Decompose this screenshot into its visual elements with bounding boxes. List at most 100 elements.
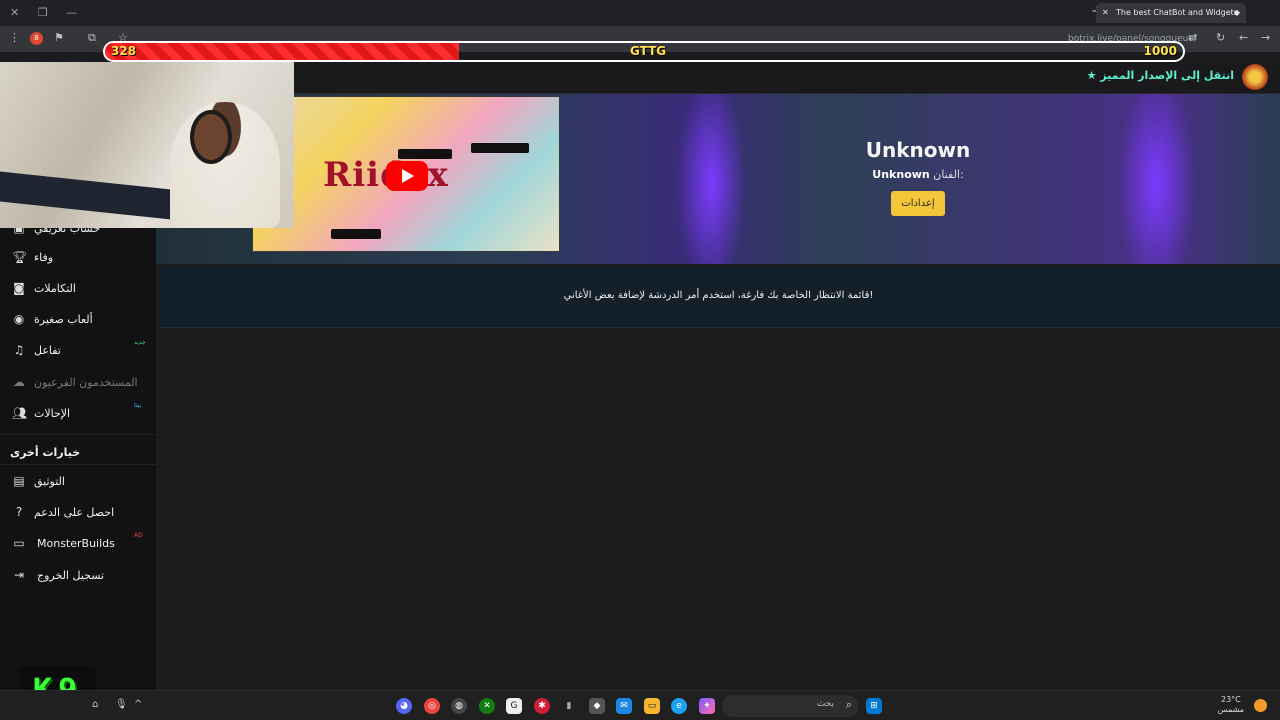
forward-icon[interactable]: → [1261, 31, 1270, 44]
sidebar-item-label: الإحالات [34, 407, 71, 420]
song-title: Unknown [865, 138, 971, 162]
progress-fill [105, 43, 459, 60]
docs-icon: ▤ [13, 474, 25, 488]
music-icon: ♫ [13, 343, 25, 357]
subusers-icon: ☁ [13, 375, 25, 389]
integrations-icon: ◙ [13, 281, 25, 295]
other-options-title: خيارات أخرى [10, 446, 81, 459]
sidebar-item-label: وفاء [34, 251, 54, 264]
sidebar-item-label: المستخدمون الفرعيون [34, 376, 138, 389]
users-icon: 👥︎ [12, 406, 28, 420]
app-icon[interactable]: ▮ [561, 698, 577, 714]
tray-chevron-icon[interactable]: ^ [134, 699, 142, 710]
help-icon: ? [15, 505, 23, 519]
extension-icon[interactable]: ⚑ [54, 31, 64, 44]
sidebar-divider [0, 464, 156, 465]
progress-label: GTTG [630, 44, 667, 58]
copilot-icon[interactable]: ✦ [699, 698, 715, 714]
window-close-icon[interactable]: ✕ [10, 6, 19, 19]
gamepad-icon: ◉ [13, 312, 25, 326]
screen: ✕ ❐ — + ✕ The best ChatBot and Widgets ◆… [0, 0, 1280, 720]
weather-widget[interactable]: 23°C مشمس [1218, 695, 1244, 715]
premium-link[interactable]: ★ انتقل إلى الإصدار المميز [1087, 69, 1234, 82]
banner-glow [676, 94, 746, 264]
tab-favicon-icon: ◆ [1233, 8, 1240, 17]
queue-empty-message: قائمة الانتظار الخاصة بك فارغة، استخدم أ… [563, 290, 874, 301]
sunglasses-icon [471, 143, 529, 153]
reload-icon[interactable]: ↻ [1216, 31, 1225, 44]
sun-icon [1254, 699, 1267, 712]
chrome-icon[interactable]: ◎ [424, 698, 440, 714]
search-icon: ⌕ [845, 698, 852, 711]
play-icon[interactable] [386, 161, 428, 191]
window-maximize-icon[interactable]: ❐ [38, 6, 48, 19]
start-windows-icon[interactable]: ⊞ [866, 698, 882, 714]
artist-name: Unknown [872, 168, 930, 181]
sidebar-item-label: التكاملات [34, 282, 76, 295]
sidebar-item-interaction[interactable]: ♫ تفاعل جديد [0, 338, 156, 366]
sidebar-item-loyalty[interactable]: 🏆︎ وفاء [0, 245, 156, 273]
app-icon[interactable]: ◆ [589, 698, 605, 714]
window-minimize-icon[interactable]: — [66, 6, 77, 19]
sidebar-divider [0, 434, 156, 435]
tab-close-icon[interactable]: ✕ [1102, 3, 1109, 23]
ad-badge: AD [134, 532, 143, 539]
beta-badge: بيتا [134, 402, 142, 409]
sidebar-item-monsterbuilds[interactable]: ▭ MonsterBuilds AD [0, 531, 156, 559]
weather-text: مشمس [1217, 705, 1244, 714]
discord-icon[interactable]: ◕ [396, 698, 412, 714]
main-content-area [156, 328, 1280, 690]
webcam-overlay [0, 62, 294, 228]
taskbar: ⌂ 🎙︎ ^ ◕ ◎ ◍ ✕ G ✱ ▮ ◆ ✉ ▭ e ✦ بحث ⌕ ⊞ 2… [0, 690, 1280, 720]
sidebar-item-integrations[interactable]: ◙ التكاملات [0, 276, 156, 304]
artist-line: Unknown الفنان: [836, 168, 1000, 181]
premium-link-label: انتقل إلى الإصدار المميز [1100, 69, 1234, 82]
artist-label: الفنان: [933, 168, 964, 181]
obs-icon[interactable]: ◍ [451, 698, 467, 714]
sidebar-item-minigames[interactable]: ◉ ألعاب صغيرة [0, 307, 156, 335]
banner-glow [1116, 94, 1196, 264]
overlay-progress-bar: 328 GTTG 1000 [103, 41, 1185, 62]
progress-max: 1000 [1143, 44, 1177, 58]
menu-dots-icon[interactable]: ⋮ [9, 31, 20, 44]
song-queue: قائمة الانتظار الخاصة بك فارغة، استخدم أ… [160, 266, 1280, 328]
sidebar-item-support[interactable]: ? احصل على الدعم [0, 500, 156, 528]
weather-temp: 23°C [1220, 695, 1241, 704]
edge-icon[interactable]: e [671, 698, 687, 714]
browser-tab[interactable]: ✕ The best ChatBot and Widgets ◆ [1096, 3, 1246, 23]
app-logo[interactable] [1242, 64, 1268, 90]
sidebar-item-docs[interactable]: ▤ التوثيق [0, 469, 156, 497]
progress-current: 328 [111, 44, 137, 58]
settings-button[interactable]: إعدادات [891, 191, 945, 216]
sidebar-item-logout[interactable]: ⇥ تسجيل الخروج [0, 563, 156, 591]
browser-tabbar: ✕ ❐ — + ✕ The best ChatBot and Widgets ◆ [0, 0, 1280, 26]
sidebar-item-subusers[interactable]: ☁ المستخدمون الفرعيون [0, 370, 156, 398]
sidebar-item-referrals[interactable]: 👥︎ الإحالات بيتا [0, 401, 156, 429]
widgets-icon[interactable]: ⌂ [92, 699, 98, 710]
mail-icon[interactable]: ✉ [616, 698, 632, 714]
tab-title: The best ChatBot and Widgets [1116, 8, 1238, 17]
g-hub-icon[interactable]: G [506, 698, 522, 714]
logout-icon: ⇥ [13, 568, 25, 582]
trophy-icon: 🏆︎ [12, 250, 28, 264]
headset-image [190, 110, 232, 164]
sunglasses-icon [398, 149, 452, 159]
video-thumbnail[interactable]: Riidex [252, 96, 560, 252]
xbox-icon[interactable]: ✕ [479, 698, 495, 714]
app-icon[interactable]: ✱ [534, 698, 550, 714]
new-badge: جديد [134, 339, 146, 346]
sidebar-item-label: MonsterBuilds [37, 537, 115, 550]
sidebar-item-label: ألعاب صغيرة [34, 313, 93, 326]
site-settings-icon[interactable]: ⇄ [1188, 31, 1197, 44]
sidebar-item-label: احصل على الدعم [34, 506, 115, 519]
file-explorer-icon[interactable]: ▭ [644, 698, 660, 714]
microphone-icon[interactable]: 🎙︎ [115, 699, 128, 710]
taskbar-search[interactable]: بحث ⌕ [722, 695, 858, 717]
back-icon[interactable]: ← [1239, 31, 1248, 44]
sidebar-item-label: التوثيق [34, 475, 65, 488]
extension-badge-icon[interactable]: 8 [30, 32, 43, 45]
sunglasses-icon [331, 229, 381, 239]
laptop-icon: ▭ [13, 536, 25, 550]
extensions-puzzle-icon[interactable]: ⧉ [88, 31, 96, 45]
search-placeholder: بحث [816, 699, 834, 709]
